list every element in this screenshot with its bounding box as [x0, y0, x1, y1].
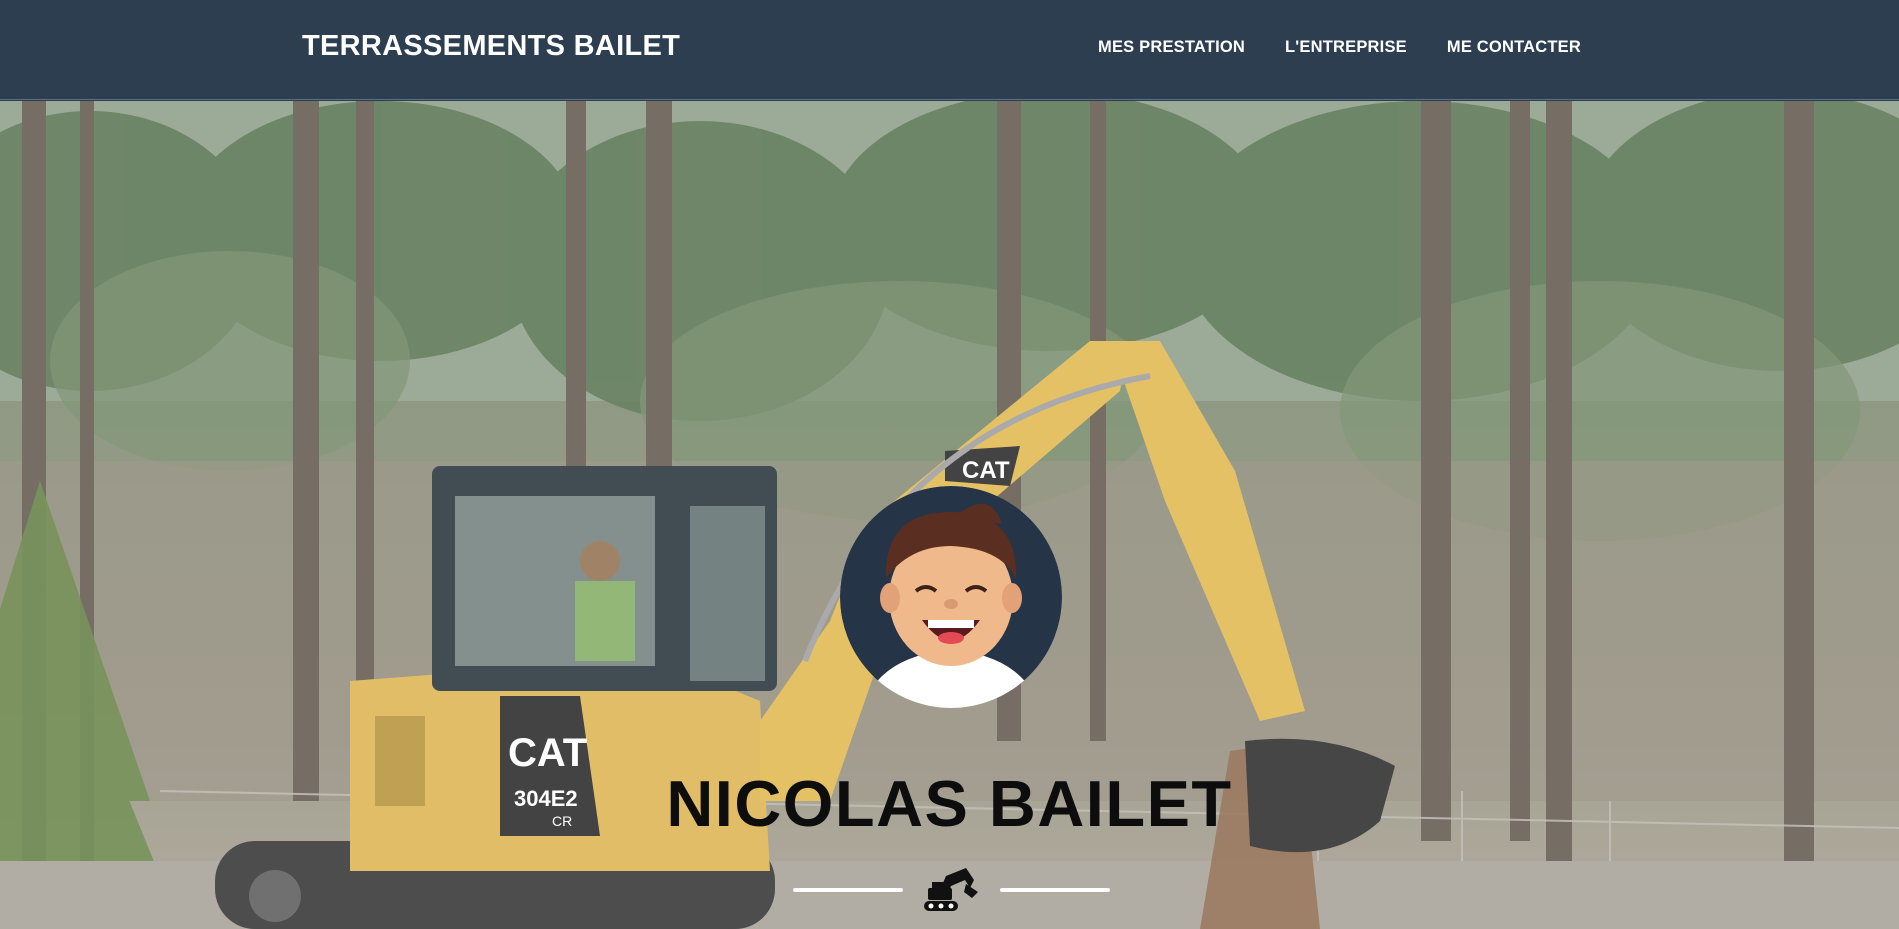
heading-divider — [793, 866, 1110, 916]
divider-line-left — [793, 888, 903, 892]
brand-link[interactable]: TERRASSEMENTS BAILET — [302, 30, 680, 63]
excavator-icon — [924, 868, 978, 911]
nav-link-entreprise[interactable]: L'ENTREPRISE — [1285, 38, 1407, 57]
nav-link-prestations[interactable]: MES PRESTATION — [1098, 38, 1245, 57]
divider-line-right — [1000, 888, 1110, 892]
navbar: TERRASSEMENTS BAILET MES PRESTATION L'EN… — [0, 0, 1899, 100]
avatar-icon — [840, 486, 1062, 708]
nav-link-contact[interactable]: ME CONTACTER — [1447, 38, 1581, 57]
hero-section: CAT 304E2 CR CAT NICOLAS BAILET — [0, 101, 1899, 929]
masthead-heading: NICOLAS BAILET — [666, 767, 1233, 840]
nav-links: MES PRESTATION L'ENTREPRISE ME CONTACTER — [1098, 38, 1621, 57]
